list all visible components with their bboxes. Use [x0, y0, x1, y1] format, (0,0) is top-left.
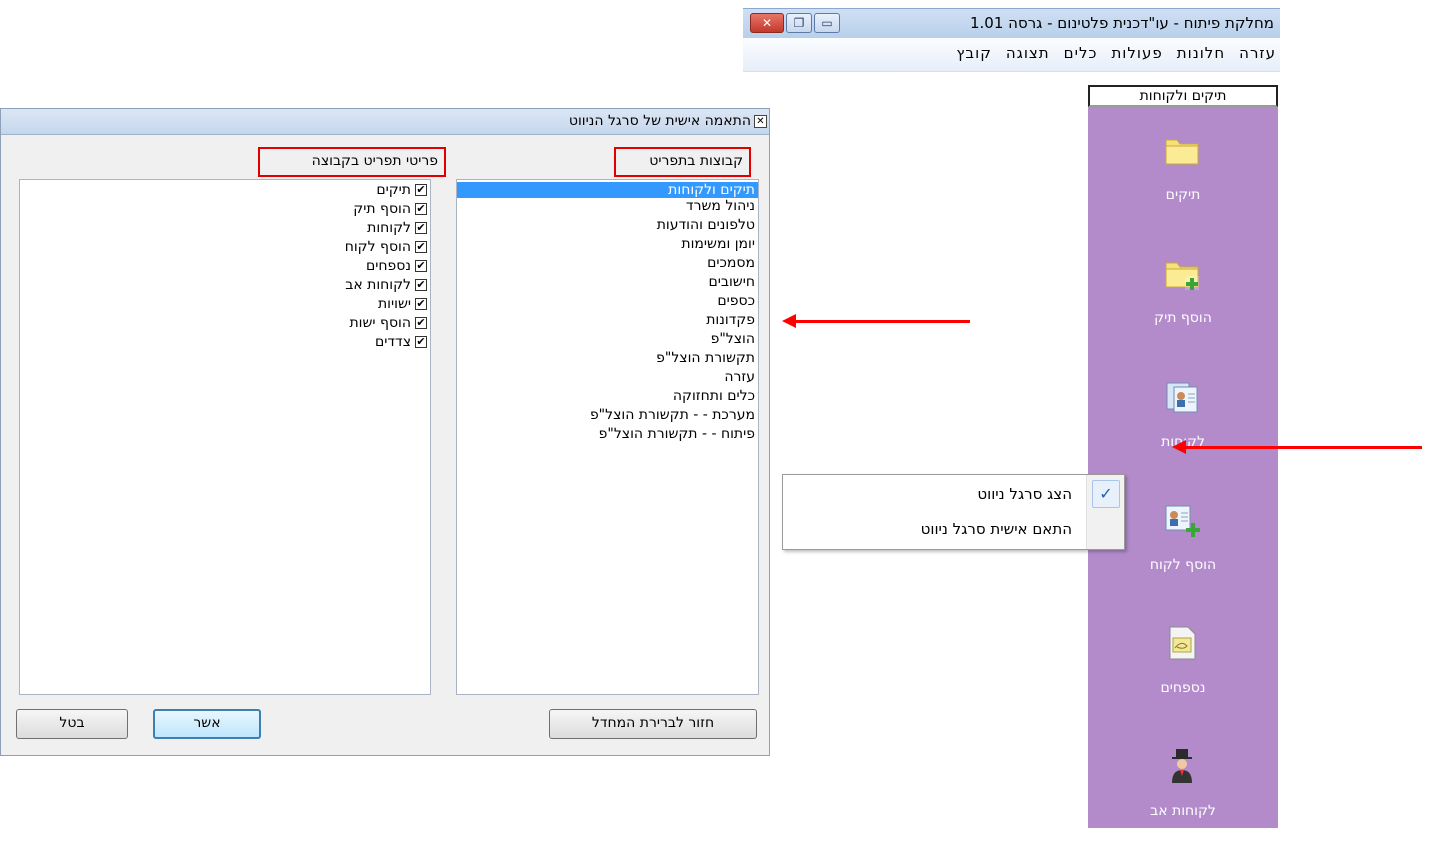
item-label: הוסף לקוח	[344, 239, 411, 255]
item-row[interactable]: ✔ הוסף לקוח	[20, 238, 430, 256]
title-bar: ✕ ❐ ▭ מחלקת פיתוח - עו"דכנית פלטינום - ג…	[743, 8, 1280, 38]
nav-item-files[interactable]: תיקים	[1088, 125, 1278, 249]
item-checkbox[interactable]: ✔	[415, 184, 427, 196]
nav-item-label: תיקים	[1165, 187, 1201, 203]
attachment-icon	[1169, 626, 1196, 660]
item-label: לקוחות אב	[345, 277, 411, 293]
window-minimize-button[interactable]: ▭	[814, 13, 840, 33]
item-row[interactable]: ✔ לקוחות	[20, 219, 430, 237]
nav-item-label: לקוחות אב	[1150, 803, 1216, 819]
item-checkbox[interactable]: ✔	[415, 222, 427, 234]
top-hat-person-icon	[1172, 749, 1192, 783]
item-row[interactable]: ✔ צדדים	[20, 333, 430, 351]
minimize-icon: ▭	[821, 16, 833, 30]
item-checkbox[interactable]: ✔	[415, 241, 427, 253]
group-row[interactable]: פיתוח - - תקשורת הוצל"פ	[457, 426, 758, 442]
item-row[interactable]: ✔ ישויות	[20, 295, 430, 313]
group-row[interactable]: ניהול משרד	[457, 198, 758, 214]
navigation-pane: תיקים ולקוחות תיקים הוסף תיק לקוחות הוסף…	[1088, 85, 1278, 828]
nav-item-attachments[interactable]: נספחים	[1088, 618, 1278, 742]
item-label: נספחים	[365, 258, 411, 274]
menu-bar: קובץ תצוגה כלים פעולות חלונות עזרה	[743, 38, 1280, 72]
menu-item-customize-nav-bar[interactable]: התאם אישית סרגל ניווט	[921, 520, 1072, 538]
item-label: הוסף ישות	[349, 315, 411, 331]
close-icon: ✕	[761, 16, 773, 30]
group-row[interactable]: תקשורת הוצל"פ	[457, 350, 758, 366]
group-row[interactable]: טלפונים והודעות	[457, 217, 758, 233]
menu-tools[interactable]: כלים	[1064, 44, 1098, 62]
group-row[interactable]: כלים ותחזוקה	[457, 388, 758, 404]
dialog-title: התאמה אישית של סרגל הניווט	[568, 113, 751, 129]
item-checkbox[interactable]: ✔	[415, 203, 427, 215]
group-row[interactable]: חישובים	[457, 274, 758, 290]
folder-icon	[1165, 139, 1199, 165]
window-title: מחלקת פיתוח - עו"דכנית פלטינום - גרסה 1.…	[969, 14, 1274, 32]
add-folder-icon	[1165, 262, 1199, 290]
dialog-title-bar: התאמה אישית של סרגל הניווט ✕	[1, 109, 769, 135]
nav-item-label: הוסף לקוח	[1149, 557, 1217, 573]
annotation-arrow-head	[782, 314, 796, 328]
annotation-arrow-line	[796, 320, 970, 323]
menu-items: קובץ תצוגה כלים פעולות חלונות עזרה	[956, 44, 1276, 62]
add-client-icon	[1165, 505, 1200, 537]
menu-item-show-nav-bar[interactable]: הצג סרגל ניווט	[977, 485, 1072, 503]
menu-view[interactable]: תצוגה	[1006, 44, 1050, 62]
items-label: פריטי תפריט בקבוצה	[258, 147, 446, 177]
item-checkbox[interactable]: ✔	[415, 336, 427, 348]
window-close-button[interactable]: ✕	[750, 13, 784, 33]
group-row[interactable]: תיקים ולקוחות	[457, 182, 758, 198]
item-checkbox[interactable]: ✔	[415, 317, 427, 329]
item-label: לקוחות	[367, 220, 411, 236]
group-row[interactable]: עזרה	[457, 369, 758, 385]
ok-button[interactable]: אשר	[153, 709, 261, 739]
item-row[interactable]: ✔ נספחים	[20, 257, 430, 275]
nav-item-label: הוסף תיק	[1154, 310, 1212, 326]
item-checkbox[interactable]: ✔	[415, 279, 427, 291]
menu-file[interactable]: קובץ	[956, 44, 992, 62]
item-row[interactable]: ✔ תיקים	[20, 181, 430, 199]
group-row[interactable]: מערכת - - תקשורת הוצל"פ	[457, 407, 758, 423]
nav-item-parent-clients[interactable]: לקוחות אב	[1088, 741, 1278, 865]
context-menu-gutter: ✓	[1086, 475, 1124, 549]
customize-nav-dialog: התאמה אישית של סרגל הניווט ✕ קבוצות בתפר…	[0, 108, 770, 756]
group-row[interactable]: הוצל"פ	[457, 331, 758, 347]
group-row[interactable]: כספים	[457, 293, 758, 309]
item-label: תיקים	[376, 182, 411, 198]
item-row[interactable]: ✔ הוסף ישות	[20, 314, 430, 332]
group-row[interactable]: יומן ומשימות	[457, 236, 758, 252]
item-checkbox[interactable]: ✔	[415, 298, 427, 310]
groups-listbox[interactable]: תיקים ולקוחות ניהול משרד טלפונים והודעות…	[456, 179, 759, 695]
nav-item-label: נספחים	[1160, 680, 1206, 696]
group-row[interactable]: מסמכים	[457, 255, 758, 271]
group-row[interactable]: פקדונות	[457, 312, 758, 328]
annotation-arrow-head	[1172, 440, 1186, 454]
item-row[interactable]: ✔ לקוחות אב	[20, 276, 430, 294]
item-row[interactable]: ✔ הוסף תיק	[20, 200, 430, 218]
menu-windows[interactable]: חלונות	[1177, 44, 1225, 62]
groups-label: קבוצות בתפריט	[614, 147, 751, 177]
cancel-button[interactable]: בטל	[16, 709, 128, 739]
close-icon: ✕	[756, 116, 765, 127]
checkmark-icon: ✓	[1092, 480, 1120, 508]
item-label: ישויות	[377, 296, 411, 312]
maximize-icon: ❐	[793, 16, 805, 30]
dialog-close-button[interactable]: ✕	[754, 115, 767, 128]
menu-help[interactable]: עזרה	[1239, 44, 1276, 62]
reset-defaults-button[interactable]: חזור לברירת המחדל	[549, 709, 757, 739]
clients-cards-icon	[1166, 382, 1198, 413]
item-label: צדדים	[374, 334, 411, 350]
items-listbox[interactable]: ✔ תיקים ✔ הוסף תיק ✔ לקוחות ✔ הוסף לקוח …	[19, 179, 431, 695]
context-menu: ✓ הצג סרגל ניווט התאם אישית סרגל ניווט	[782, 474, 1125, 550]
menu-actions[interactable]: פעולות	[1111, 44, 1162, 62]
nav-pane-header[interactable]: תיקים ולקוחות	[1088, 85, 1278, 107]
item-label: הוסף תיק	[353, 201, 411, 217]
item-checkbox[interactable]: ✔	[415, 260, 427, 272]
window-maximize-button[interactable]: ❐	[786, 13, 812, 33]
nav-item-add-file[interactable]: הוסף תיק	[1088, 248, 1278, 372]
main-window: ✕ ❐ ▭ מחלקת פיתוח - עו"דכנית פלטינום - ג…	[743, 0, 1280, 828]
annotation-arrow-line	[1186, 446, 1422, 449]
